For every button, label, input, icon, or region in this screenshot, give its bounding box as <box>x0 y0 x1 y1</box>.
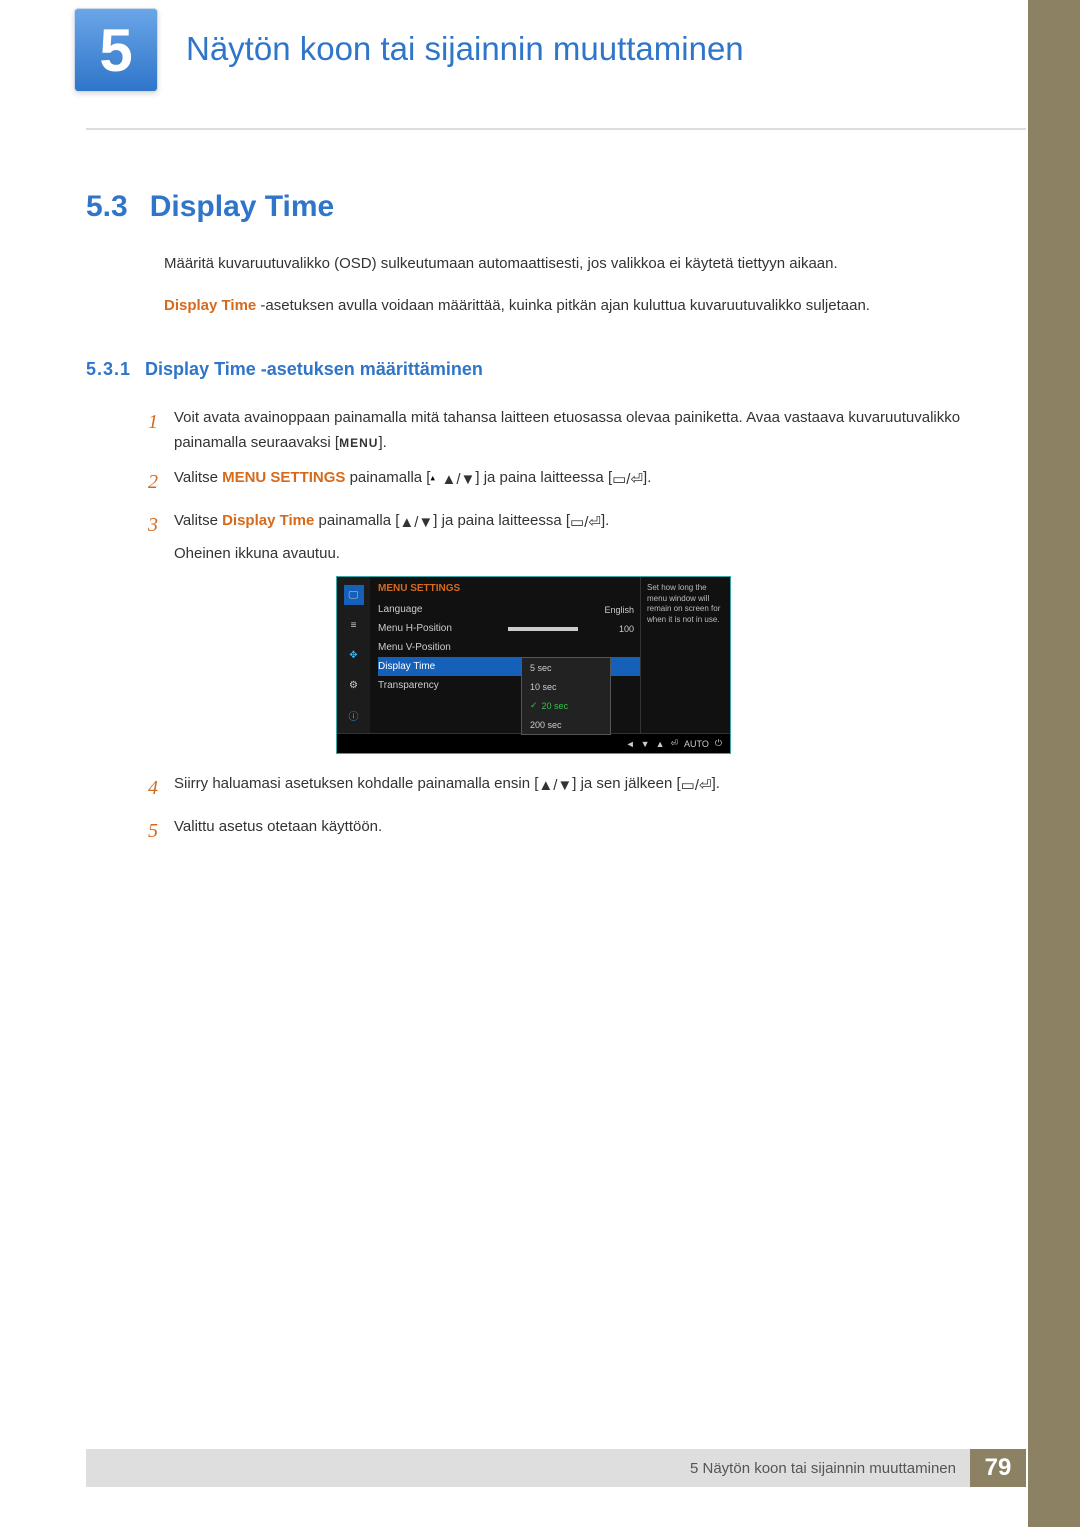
ok-enter-icon: ▭/⏎ <box>612 468 643 493</box>
up-down-icon: ▲/▼ <box>538 774 572 799</box>
info-icon: ⓘ <box>344 705 364 725</box>
inline-term: Display Time <box>164 297 256 314</box>
osd-help-text: Set how long the menu window will remain… <box>640 577 730 733</box>
power-icon: ⏻ <box>715 738 722 749</box>
section-title: Display Time <box>150 190 335 223</box>
ok-enter-icon: ▭/⏎ <box>570 511 601 536</box>
step-list-cont: 4 Siirry haluamasi asetuksen kohdalle pa… <box>148 772 986 848</box>
menu-label: MENU <box>339 436 378 450</box>
osd-dropdown: 5 sec 10 sec 20 sec 200 sec <box>521 657 611 735</box>
dropdown-option: 10 sec <box>522 677 610 696</box>
step-number: 5 <box>148 815 174 848</box>
inline-term: Display Time <box>222 512 314 529</box>
step-number: 2 <box>148 466 174 499</box>
up-down-icon: ▲/▼ <box>430 468 475 493</box>
auto-label: AUTO <box>684 739 709 749</box>
move-icon: ✥ <box>344 645 364 665</box>
chapter-title: Näytön koon tai sijainnin muuttaminen <box>186 30 744 68</box>
slider-icon <box>508 627 578 631</box>
ok-enter-icon: ▭/⏎ <box>681 774 712 799</box>
dropdown-option-selected: 20 sec <box>522 696 610 715</box>
list-item: 1 Voit avata avainoppaan painamalla mitä… <box>148 406 986 456</box>
section-heading: 5.3 Display Time <box>86 190 986 224</box>
chapter-number-badge: 5 <box>74 8 158 92</box>
list-item: 3 Valitse Display Time painamalla [▲/▼] … <box>148 509 986 567</box>
down-icon: ▼ <box>641 739 650 749</box>
section-number: 5.3 <box>86 190 128 223</box>
inline-term: MENU SETTINGS <box>222 469 345 486</box>
up-icon: ▲ <box>656 739 665 749</box>
subsection-title: Display Time -asetuksen määrittäminen <box>145 359 483 379</box>
list-item: 5 Valittu asetus otetaan käyttöön. <box>148 815 986 848</box>
osd-bottom-bar: ◄ ▼ ▲ ⏎ AUTO ⏻ <box>337 733 730 753</box>
footer-text: 5 Näytön koon tai sijainnin muuttaminen <box>690 1460 956 1477</box>
osd-panel: MENU SETTINGS Language English Menu H-Po… <box>370 577 640 733</box>
left-icon: ◄ <box>626 739 635 749</box>
page-number: 79 <box>970 1449 1026 1487</box>
gear-icon: ⚙ <box>344 675 364 695</box>
step-number: 4 <box>148 772 174 805</box>
paragraph-1: Määritä kuvaruutuvalikko (OSD) sulkeutum… <box>164 252 986 276</box>
list-icon: ≡ <box>344 615 364 635</box>
list-item: 2 Valitse MENU SETTINGS painamalla [▲/▼]… <box>148 466 986 499</box>
step-number: 1 <box>148 406 174 456</box>
osd-row: Menu V-Position <box>378 638 640 657</box>
page-content: 5 Näytön koon tai sijainnin muuttaminen … <box>86 0 1026 30</box>
paragraph-2: Display Time -asetuksen avulla voidaan m… <box>164 294 986 318</box>
step-list: 1 Voit avata avainoppaan painamalla mitä… <box>148 406 986 566</box>
up-down-icon: ▲/▼ <box>399 511 433 536</box>
osd-title: MENU SETTINGS <box>378 583 640 594</box>
dropdown-option: 200 sec <box>522 715 610 734</box>
osd-row: Language English <box>378 600 640 619</box>
divider <box>86 128 1026 130</box>
monitor-icon: 🖵 <box>344 585 364 605</box>
osd-row: Menu H-Position 100 <box>378 619 640 638</box>
dropdown-option: 5 sec <box>522 658 610 677</box>
enter-icon: ⏎ <box>670 738 678 749</box>
list-item: 4 Siirry haluamasi asetuksen kohdalle pa… <box>148 772 986 805</box>
osd-menu: 🖵 ≡ ✥ ⚙ ⓘ MENU SETTINGS Language English… <box>336 576 731 754</box>
step-number: 3 <box>148 509 174 567</box>
page-footer: 5 Näytön koon tai sijainnin muuttaminen … <box>86 1449 1026 1487</box>
subsection-heading: 5.3.1 Display Time -asetuksen määrittämin… <box>86 358 986 381</box>
side-stripe <box>1028 0 1080 1527</box>
step-note: Oheinen ikkuna avautuu. <box>174 542 986 567</box>
osd-sidebar: 🖵 ≡ ✥ ⚙ ⓘ <box>337 577 370 733</box>
subsection-number: 5.3.1 <box>86 359 131 379</box>
